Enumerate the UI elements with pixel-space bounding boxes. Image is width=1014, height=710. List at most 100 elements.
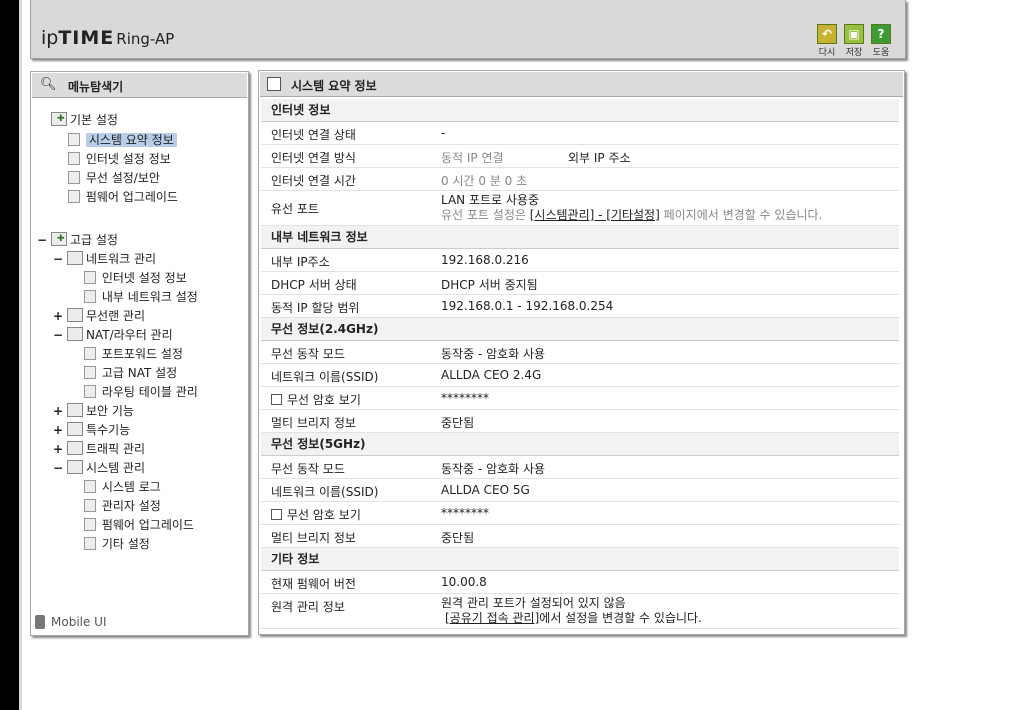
save-label: 저장	[845, 48, 863, 58]
info-row: 무선 동작 모드 동작중 - 암호화 사용	[261, 341, 899, 364]
refresh-label: 다시	[818, 48, 836, 58]
tree-item-lan-setup[interactable]: 내부 네트워크 설정	[84, 289, 198, 305]
show-password-toggle-24[interactable]: 무선 암호 보기	[271, 391, 361, 408]
tree-item-label: 펌웨어 업그레이드	[101, 518, 194, 532]
tree-item-wireless-security[interactable]: 무선 설정/보안	[68, 170, 160, 186]
tree-nat-label: NAT/라우터 관리	[86, 328, 173, 342]
tree-network-management[interactable]: − 네트워크 관리	[53, 251, 156, 267]
row-label: 현재 펌웨어 버전	[271, 577, 356, 591]
tree-item-label: 관리자 설정	[101, 499, 161, 513]
logo-time: TIME	[58, 27, 115, 49]
tree-advanced-settings[interactable]: − ✚ 고급 설정	[37, 232, 118, 248]
help-button[interactable]: ? 도움	[869, 24, 893, 58]
info-row: 인터넷 연결 상태 -	[261, 122, 899, 145]
system-summary-panel: 시스템 요약 정보 인터넷 정보 인터넷 연결 상태 - 인터넷 연결 방식 동…	[258, 70, 905, 635]
refresh-button[interactable]: ↶ 다시	[815, 24, 839, 58]
menu-explorer-titlebar: 🔍︎ 메뉴탐색기	[32, 73, 247, 98]
tree-basic-settings[interactable]: ✚ 기본 설정	[51, 112, 118, 128]
router-access-link[interactable]: [공유기 접속 관리]	[445, 611, 539, 625]
row-value: DHCP 서버 중지됨	[441, 278, 538, 292]
row-value: 동작중 - 암호화 사용	[441, 347, 546, 361]
tree-item-internet-setup[interactable]: 인터넷 설정 정보	[68, 151, 171, 167]
row-label: 원격 관리 정보	[271, 600, 345, 614]
row-value: ********	[441, 506, 489, 520]
tree-nat-router[interactable]: − NAT/라우터 관리	[53, 327, 173, 343]
row-value: 원격 관리 포트가 설정되어 있지 않음	[441, 596, 626, 610]
folder-icon	[67, 422, 83, 436]
show-password-checkbox[interactable]	[271, 394, 282, 405]
monitor-icon	[68, 152, 80, 165]
tree-item-label: 고급 NAT 설정	[101, 366, 178, 380]
section-lan: 내부 네트워크 정보	[261, 226, 899, 249]
row-label: 무선 암호 보기	[287, 393, 361, 407]
expand-icon: +	[53, 442, 64, 456]
page-icon	[84, 518, 96, 531]
tree-item-firmware[interactable]: 펌웨어 업그레이드	[84, 517, 194, 533]
tree-traffic[interactable]: + 트래픽 관리	[53, 441, 145, 457]
header: ipTIME Ring-AP ↶ 다시 ▣ 저장 ? 도움	[30, 0, 906, 59]
note-text: 에서 설정을 변경할 수 있습니다.	[539, 611, 702, 625]
info-row: 멀티 브리지 정보 중단됨	[261, 410, 899, 433]
tree-item-label: 인터넷 설정 정보	[101, 271, 187, 285]
show-password-toggle-5[interactable]: 무선 암호 보기	[271, 506, 361, 523]
info-row: 네트워크 이름(SSID) ALLDA CEO 5G	[261, 479, 899, 502]
info-row: 인터넷 연결 방식 동적 IP 연결 외부 IP 주소	[261, 145, 899, 168]
info-row: 멀티 브리지 정보 중단됨	[261, 525, 899, 548]
show-password-checkbox[interactable]	[271, 509, 282, 520]
save-button[interactable]: ▣ 저장	[842, 24, 866, 58]
tree-wireless-label: 무선랜 관리	[86, 309, 146, 323]
tree-item-system-log[interactable]: 시스템 로그	[84, 479, 161, 495]
row-value: 중단됨	[441, 531, 475, 545]
page-title: 시스템 요약 정보	[291, 79, 377, 93]
row-value: ALLDA CEO 5G	[441, 483, 530, 497]
tree-item-routing-table[interactable]: 라우팅 테이블 관리	[84, 384, 198, 400]
info-row: 무선 동작 모드 동작중 - 암호화 사용	[261, 456, 899, 479]
tree-item-label: 무선 설정/보안	[85, 171, 160, 185]
row-label: 인터넷 연결 시간	[271, 174, 356, 188]
info-row: 네트워크 이름(SSID) ALLDA CEO 2.4G	[261, 364, 899, 387]
tree-item-firmware-upgrade[interactable]: 펌웨어 업그레이드	[68, 189, 178, 205]
other-settings-link[interactable]: [시스템관리] - [기타설정]	[530, 208, 660, 222]
tree-system-management[interactable]: − 시스템 관리	[53, 460, 145, 476]
wired-port-note: 유선 포트 설정은 [시스템관리] - [기타설정] 페이지에서 변경할 수 있…	[441, 208, 822, 223]
folder-icon: ✚	[51, 232, 67, 246]
mobile-ui-link[interactable]: Mobile UI	[35, 615, 107, 629]
tree-item-admin-setup[interactable]: 관리자 설정	[84, 498, 161, 514]
page-icon	[84, 290, 96, 303]
row-value: -	[441, 126, 446, 140]
tree-special[interactable]: + 특수기능	[53, 422, 130, 438]
window-left-border	[19, 0, 22, 710]
tree-item-label: 포트포워드 설정	[101, 347, 183, 361]
row-label: 네트워크 이름(SSID)	[271, 370, 379, 384]
expand-icon: +	[53, 309, 64, 323]
wired-port-value: LAN 포트로 사용중 유선 포트 설정은 [시스템관리] - [기타설정] 페…	[441, 193, 822, 223]
row-value: ********	[441, 391, 489, 405]
logo-model: Ring-AP	[116, 30, 175, 48]
network-icon	[67, 251, 83, 265]
info-row: DHCP 서버 상태 DHCP 서버 중지됨	[261, 272, 899, 295]
section-internet: 인터넷 정보	[261, 99, 899, 122]
tree-item-other-settings[interactable]: 기타 설정	[84, 536, 150, 552]
tree-wireless-management[interactable]: + 무선랜 관리	[53, 308, 145, 324]
section-wifi-24: 무선 정보(2.4GHz)	[261, 318, 899, 341]
tree-item-advanced-nat[interactable]: 고급 NAT 설정	[84, 365, 177, 381]
tree-security[interactable]: + 보안 기능	[53, 403, 134, 419]
tree-item-label: 기타 설정	[101, 537, 150, 551]
tree-special-label: 특수기능	[86, 423, 131, 437]
note-text: 페이지에서 변경할 수 있습니다.	[659, 208, 823, 222]
note-text: 유선 포트 설정은	[441, 208, 530, 222]
search-icon: 🔍︎	[40, 77, 57, 92]
info-row: 무선 암호 보기 ********	[261, 387, 899, 410]
tree-item-label: 시스템 요약 정보	[85, 133, 177, 147]
logo: ipTIME Ring-AP	[41, 27, 174, 49]
wireless-icon	[68, 171, 80, 184]
expand-icon: +	[53, 423, 64, 437]
row-value: ALLDA CEO 2.4G	[441, 368, 542, 382]
chart-icon	[68, 133, 80, 146]
mobile-ui-label: Mobile UI	[51, 615, 107, 629]
tree-security-label: 보안 기능	[86, 404, 134, 418]
tree-item-port-forward[interactable]: 포트포워드 설정	[84, 346, 183, 362]
tree-item-internet-info[interactable]: 인터넷 설정 정보	[84, 270, 187, 286]
row-value: 10.00.8	[441, 575, 487, 589]
tree-item-system-summary[interactable]: 시스템 요약 정보	[68, 132, 177, 148]
